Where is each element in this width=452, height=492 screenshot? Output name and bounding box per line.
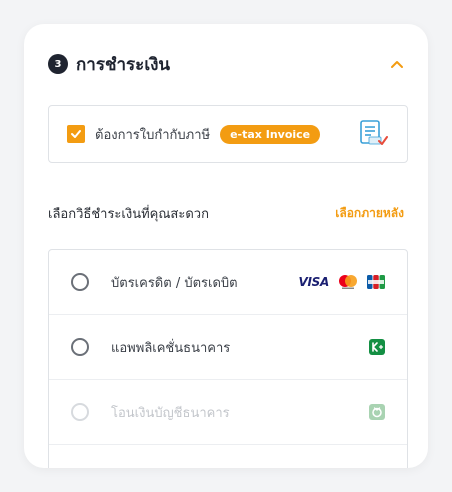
option-label: บัตรเครดิต / บัตรเดบิต [111, 275, 238, 291]
radio-card[interactable] [71, 273, 89, 291]
jcb-logo [367, 275, 385, 289]
payment-options-list: บัตรเครดิต / บัตรเดบิต VISA แอพพลิเคชั่น… [48, 249, 408, 468]
option-label: โอนเงินบัญชีธนาคาร [111, 405, 230, 421]
tax-invoice-box[interactable]: ต้องการใบกำกับภาษี e-tax Invoice [48, 105, 408, 163]
card-logos: VISA [299, 274, 385, 290]
etax-document-icon [360, 120, 388, 145]
option-label: แอพพลิเคชั่นธนาคาร [111, 340, 231, 356]
payment-card: 3 การชำระเงิน ต้องการใบกำกับภาษี e-tax I… [24, 24, 428, 468]
kplus-icon [369, 339, 385, 355]
etax-badge: e-tax Invoice [220, 124, 321, 144]
section-title: การชำระเงิน [76, 54, 171, 75]
payment-method-row: เลือกวิธีชำระเงินที่คุณสะดวก เลือกภายหลั… [48, 202, 404, 224]
choose-later-link[interactable]: เลือกภายหลัง [335, 204, 404, 223]
bank-app-logos [369, 339, 385, 355]
visa-logo: VISA [298, 275, 330, 289]
bank-transfer-icon [369, 404, 385, 420]
check-icon [71, 130, 81, 138]
tax-invoice-label: ต้องการใบกำกับภาษี [95, 127, 211, 143]
payment-option-bank-transfer[interactable]: โอนเงินบัญชีธนาคาร [49, 380, 407, 445]
chevron-up-icon[interactable] [390, 57, 404, 71]
section-header[interactable]: 3 การชำระเงิน [48, 52, 404, 76]
bank-transfer-logos [369, 404, 385, 420]
radio-bank-app[interactable] [71, 338, 89, 356]
payment-method-label: เลือกวิธีชำระเงินที่คุณสะดวก [48, 206, 209, 222]
radio-bank-transfer[interactable] [71, 403, 89, 421]
step-badge: 3 [48, 54, 68, 74]
mastercard-logo [339, 275, 357, 289]
payment-option-card[interactable]: บัตรเครดิต / บัตรเดบิต VISA [49, 250, 407, 315]
tax-invoice-checkbox[interactable] [67, 125, 85, 143]
payment-option-bank-app[interactable]: แอพพลิเคชั่นธนาคาร [49, 315, 407, 380]
